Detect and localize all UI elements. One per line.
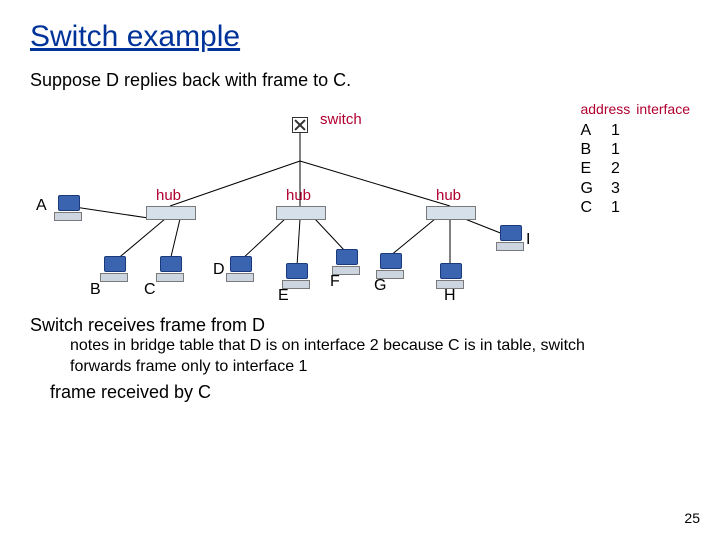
host-g-label: G <box>374 277 386 295</box>
table-cell: 1 <box>611 121 620 140</box>
table-cell: 1 <box>611 140 620 159</box>
host-i-label: I <box>526 231 530 249</box>
switch-label: switch <box>320 111 362 128</box>
host-c-icon <box>156 256 184 282</box>
host-c-label: C <box>144 281 156 299</box>
slide-number: 25 <box>684 510 700 526</box>
host-f-icon <box>332 249 360 275</box>
host-i-icon <box>496 225 524 251</box>
table-cell: 1 <box>611 198 620 217</box>
host-e-label: E <box>278 287 289 305</box>
table-cell: G <box>580 179 592 198</box>
table-header-interface: interface <box>636 101 690 117</box>
host-a-label: A <box>36 197 47 215</box>
table-cell: C <box>580 198 592 217</box>
hub2-icon <box>276 206 326 220</box>
page-title: Switch example <box>30 20 690 54</box>
hub3-label: hub <box>436 187 461 204</box>
scenario-text: Suppose D replies back with frame to C. <box>30 70 690 91</box>
table-header-address: address <box>580 101 630 117</box>
table-cell: A <box>580 121 592 140</box>
host-b-icon <box>100 256 128 282</box>
hub1-icon <box>146 206 196 220</box>
host-h-icon <box>436 263 464 289</box>
host-e-icon <box>282 263 310 289</box>
table-cell: 2 <box>611 159 620 178</box>
explain-line-1: Switch receives frame from D <box>30 315 690 336</box>
host-h-label: H <box>444 287 456 305</box>
explain-line-3: frame received by C <box>50 382 690 403</box>
switch-icon <box>292 117 308 133</box>
host-f-label: F <box>330 273 340 291</box>
table-cell: 3 <box>611 179 620 198</box>
table-col-interface: 1 1 2 3 1 <box>611 121 620 217</box>
host-a-icon <box>54 195 82 221</box>
host-d-icon <box>226 256 254 282</box>
table-col-address: A B E G C <box>580 121 592 217</box>
host-g-icon <box>376 253 404 279</box>
host-d-label: D <box>213 261 225 279</box>
table-cell: B <box>580 140 592 159</box>
hub2-label: hub <box>286 187 311 204</box>
hub1-label: hub <box>156 187 181 204</box>
hub3-icon <box>426 206 476 220</box>
table-cell: E <box>580 159 592 178</box>
network-diagram: switch hub hub hub A B C D E F G H I add… <box>30 101 690 311</box>
explain-line-2: notes in bridge table that D is on inter… <box>70 336 630 378</box>
switch-table: address interface A B E G C 1 1 2 3 1 <box>580 101 690 217</box>
host-b-label: B <box>90 281 101 299</box>
